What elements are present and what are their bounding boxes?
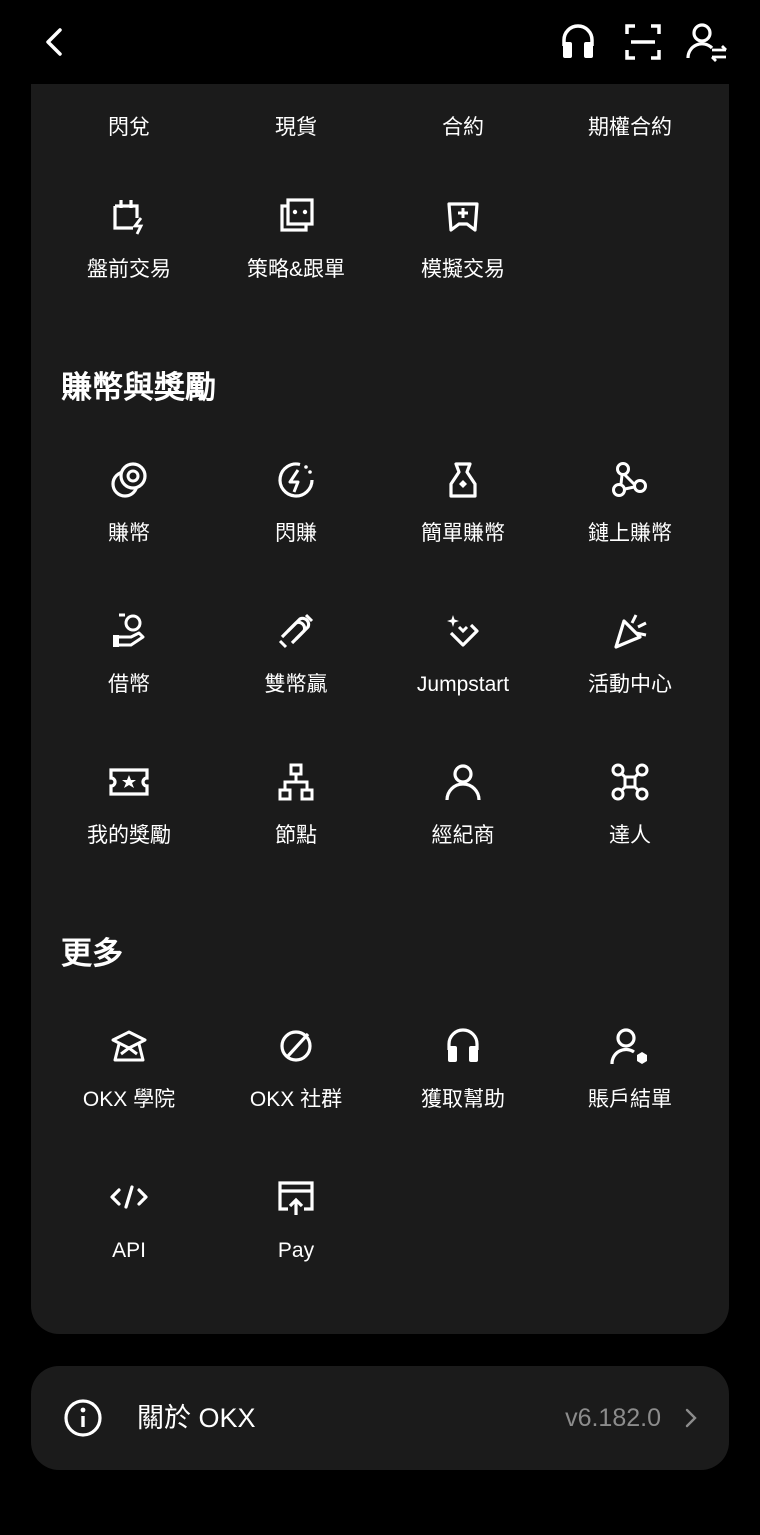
menu-item-strategy[interactable]: 策略&跟單 [212, 196, 380, 326]
menu-item-jumpstart[interactable]: Jumpstart [379, 611, 547, 741]
menu-item-earn[interactable]: 賺幣 [45, 460, 213, 590]
menu-item-label: 活動中心 [588, 673, 672, 696]
account-switch-icon[interactable] [684, 20, 728, 64]
menu-item-dual-investment[interactable]: 雙幣贏 [212, 611, 380, 741]
menu-item-label: 賺幣 [108, 522, 150, 545]
menu-item-demo-trading[interactable]: 模擬交易 [379, 196, 547, 326]
top-bar [0, 0, 760, 84]
about-okx-row[interactable]: 關於 OKX v6.182.0 [31, 1366, 729, 1470]
menu-item-options[interactable]: 期權合約 [546, 108, 714, 148]
menu-item-label: 鏈上賺幣 [588, 522, 672, 545]
pay-card-icon [276, 1177, 316, 1217]
section-title-more: 更多 [61, 936, 123, 971]
menu-item-label: Jumpstart [416, 673, 510, 696]
menu-item-label: 策略&跟單 [246, 258, 345, 281]
menu-item-premarket[interactable]: 盤前交易 [45, 196, 213, 326]
menu-item-my-rewards[interactable]: 我的獎勵 [45, 762, 213, 892]
bot-icon [276, 196, 316, 236]
menu-item-nodes[interactable]: 節點 [212, 762, 380, 892]
menu-item-convert[interactable]: 閃兌 [45, 108, 213, 148]
menu-item-label: 簡單賺幣 [421, 522, 505, 545]
back-arrow-icon[interactable] [34, 20, 78, 64]
network-node-icon [276, 762, 316, 802]
menu-item-label: 獲取幫助 [421, 1088, 505, 1111]
menu-item-label: API [112, 1239, 146, 1262]
headset-icon [443, 1026, 483, 1066]
app-version: v6.182.0 [565, 1404, 661, 1432]
menu-item-label: 達人 [609, 824, 651, 847]
menu-item-account-statement[interactable]: 賬戶結單 [546, 1026, 714, 1156]
menu-item-label: 借幣 [108, 673, 150, 696]
scan-icon[interactable] [621, 20, 665, 64]
account-settings-icon [610, 1026, 650, 1066]
menu-item-label: 盤前交易 [87, 258, 171, 281]
headset-icon[interactable] [556, 20, 600, 64]
money-bag-icon [443, 460, 483, 500]
info-icon [63, 1398, 103, 1438]
menu-item-pay[interactable]: Pay [212, 1177, 380, 1307]
menu-item-broker[interactable]: 經紀商 [379, 762, 547, 892]
menu-item-okx-academy[interactable]: OKX 學院 [45, 1026, 213, 1156]
menu-item-label: 經紀商 [431, 824, 495, 847]
molecule-icon [610, 762, 650, 802]
menu-item-get-help[interactable]: 獲取幫助 [379, 1026, 547, 1156]
flash-earn-icon [276, 460, 316, 500]
menu-item-label: 閃賺 [275, 522, 317, 545]
menu-item-label: 模擬交易 [421, 258, 505, 281]
onchain-nodes-icon [610, 460, 650, 500]
loan-hand-icon [109, 611, 149, 651]
calendar-bolt-icon [109, 196, 149, 236]
menu-item-label: 賬戶結單 [588, 1088, 672, 1111]
menu-item-okx-community[interactable]: OKX 社群 [212, 1026, 380, 1156]
menu-item-label: 我的獎勵 [87, 824, 171, 847]
party-popper-icon [610, 611, 650, 651]
about-title: 關於 OKX [137, 1403, 256, 1433]
menu-item-label: 節點 [275, 824, 317, 847]
menu-item-simple-earn[interactable]: 簡單賺幣 [379, 460, 547, 590]
menu-panel: 閃兌 現貨 合約 期權合約 盤前交易 策略&跟單 模擬交易 賺幣與獎勵 賺幣 閃… [31, 84, 729, 1334]
planet-icon [276, 1026, 316, 1066]
code-icon [109, 1177, 149, 1217]
ticket-star-icon [109, 762, 149, 802]
sparkle-diamond-icon [443, 611, 483, 651]
menu-item-onchain-earn[interactable]: 鏈上賺幣 [546, 460, 714, 590]
menu-item-label: 雙幣贏 [264, 673, 328, 696]
menu-item-futures[interactable]: 合約 [379, 108, 547, 148]
person-icon [443, 762, 483, 802]
menu-item-spot[interactable]: 現貨 [212, 108, 380, 148]
menu-item-loan[interactable]: 借幣 [45, 611, 213, 741]
graduation-cap-icon [109, 1026, 149, 1066]
menu-item-events-center[interactable]: 活動中心 [546, 611, 714, 741]
trade-row-top: 閃兌 現貨 合約 期權合約 [31, 108, 729, 148]
menu-item-flash-earn[interactable]: 閃賺 [212, 460, 380, 590]
dual-currency-icon [276, 611, 316, 651]
menu-item-api[interactable]: API [45, 1177, 213, 1307]
menu-item-label: Pay [277, 1239, 315, 1262]
gamepad-icon [443, 196, 483, 236]
section-title-earn: 賺幣與獎勵 [61, 370, 216, 405]
chevron-right-icon [681, 1406, 701, 1430]
menu-item-expert[interactable]: 達人 [546, 762, 714, 892]
menu-item-label: OKX 社群 [249, 1088, 343, 1111]
menu-item-label: OKX 學院 [82, 1088, 176, 1111]
coins-icon [109, 460, 149, 500]
